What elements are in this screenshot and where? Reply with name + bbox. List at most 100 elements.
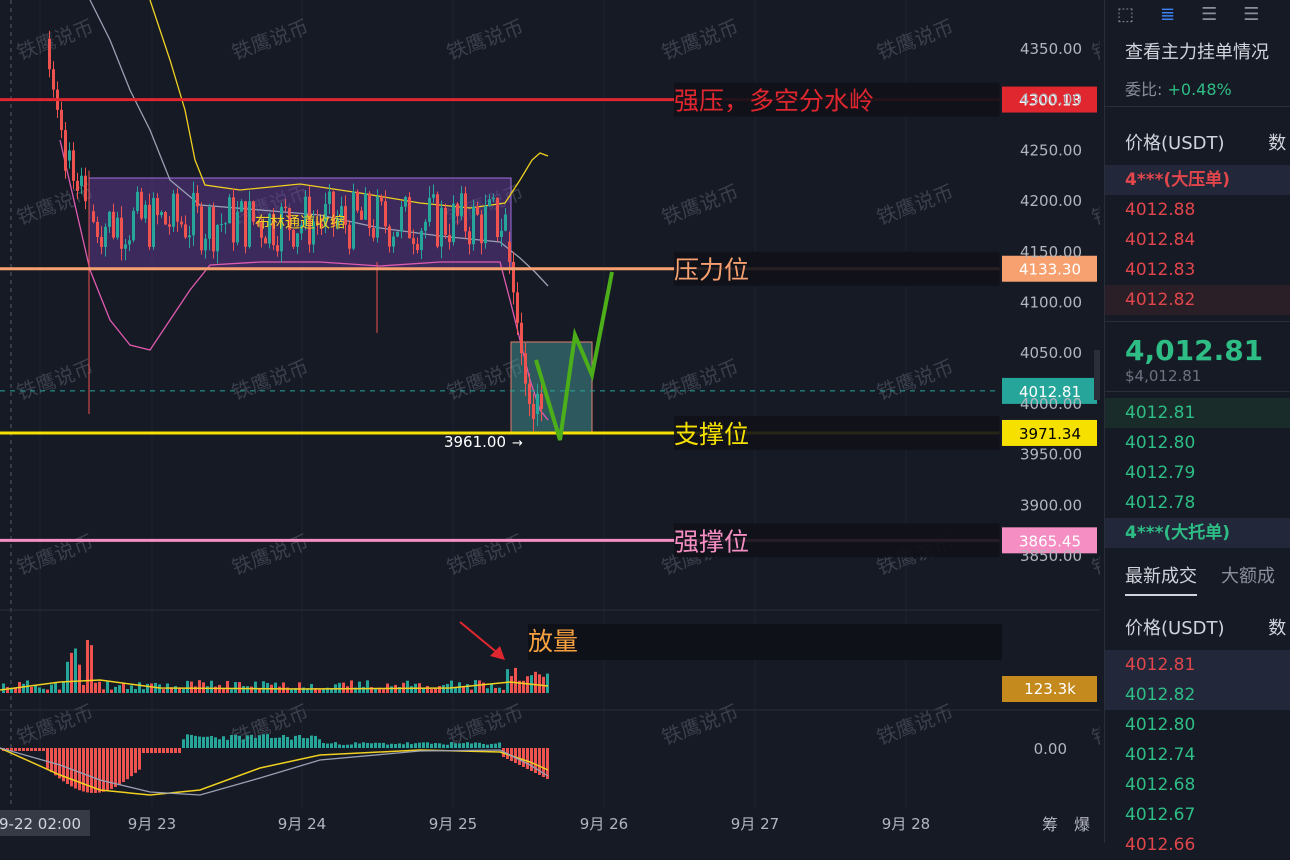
macd-bar [354, 742, 357, 748]
trade-row[interactable]: 4012.68 [1105, 770, 1290, 800]
orderbook-asks-icon[interactable]: ☰ [1243, 4, 1259, 25]
volume-bar [274, 682, 277, 693]
candle-body [328, 191, 331, 204]
ask-row[interactable]: 4012.82 [1105, 285, 1290, 315]
candle-body [296, 233, 299, 247]
bollinger-label: 布林通道收缩 [255, 213, 345, 231]
level-note: 压力位 [674, 256, 749, 285]
macd-bar [266, 734, 269, 748]
macd-bar [274, 737, 277, 748]
ask-row[interactable]: 4012.84 [1105, 225, 1290, 255]
volume-bar [2, 683, 5, 693]
layout-icon[interactable]: ⬚ [1117, 4, 1134, 25]
trades-list: 4012.81 4012.82 4012.80 4012.74 4012.68 4012.… [1105, 650, 1290, 860]
macd-bar [514, 748, 517, 763]
macd-bar [382, 742, 385, 748]
x-tick-label: 9月 28 [882, 815, 930, 833]
orderbook-both-icon[interactable]: ≣ [1160, 4, 1175, 25]
macd-bar [298, 734, 301, 748]
macd-bar [322, 743, 325, 748]
volume-note-bg [528, 624, 1002, 660]
tab-large-trades[interactable]: 大额成 [1221, 562, 1275, 596]
macd-bar [294, 735, 297, 748]
orderbook-bids-icon[interactable]: ☰ [1201, 4, 1217, 25]
volume-bar [498, 687, 501, 693]
candle-body [100, 236, 103, 248]
trade-row[interactable]: 4012.80 [1105, 710, 1290, 740]
bid-row[interactable]: 4012.78 [1105, 488, 1290, 518]
candle-body [472, 206, 475, 245]
big-ask-row[interactable]: 4***(大压单) [1105, 165, 1290, 195]
volume-bar [406, 680, 409, 693]
tab-latest-trades[interactable]: 最新成交 [1125, 562, 1197, 596]
macd-bar [78, 748, 81, 791]
volume-bar [246, 686, 249, 693]
volume-bar [350, 680, 353, 693]
ask-row[interactable]: 4012.88 [1105, 195, 1290, 225]
macd-bar [198, 736, 201, 748]
volume-bar [490, 683, 493, 693]
candle-body [164, 212, 167, 225]
macd-bar [410, 744, 413, 748]
price-chart[interactable]: 铁鹰说币 铁鹰说币 铁鹰说币 铁鹰说币 铁鹰说币 铁鹰说币铁鹰说币 铁鹰说币 铁鹰说币 铁鹰说币… [0, 0, 1100, 843]
candle-body [276, 245, 279, 252]
ask-row[interactable]: 4012.83 [1105, 255, 1290, 285]
volume-bar [238, 682, 241, 693]
macd-bar [46, 748, 49, 769]
volume-bar [22, 683, 25, 693]
candle-body [248, 201, 251, 247]
volume-bar [358, 681, 361, 693]
macd-bar [38, 748, 41, 751]
volume-bar [98, 681, 101, 693]
candle-body [136, 191, 139, 211]
volume-bar [290, 689, 293, 693]
volume-bar [194, 686, 197, 693]
volume-bar [174, 686, 177, 693]
candle-body [152, 198, 155, 247]
bid-row[interactable]: 4012.81 [1105, 398, 1290, 428]
price-tag-label: 4133.30 [1019, 261, 1081, 279]
macd-bar [238, 735, 241, 748]
candle-body [132, 210, 135, 241]
candle-body [140, 191, 143, 219]
macd-bar [102, 748, 105, 792]
macd-bar [358, 743, 361, 748]
macd-bar [522, 748, 525, 767]
candle-body [444, 207, 447, 236]
big-bid-row[interactable]: 4***(大托单) [1105, 518, 1290, 548]
candle-body [520, 322, 523, 354]
macd-bar [362, 742, 365, 748]
candle-body [64, 130, 67, 171]
macd-bar [526, 748, 529, 769]
orderbook-title[interactable]: 查看主力挂单情况 [1105, 28, 1290, 64]
macd-bar [486, 744, 489, 748]
low-marker-arrow: → [512, 436, 523, 451]
volume-bar [322, 689, 325, 693]
candle-body [368, 193, 371, 229]
candle-body [464, 193, 467, 232]
trade-row[interactable]: 4012.81 [1105, 650, 1290, 680]
trade-row[interactable]: 4012.66 [1105, 830, 1290, 860]
macd-bar [206, 736, 209, 748]
macd-bar [494, 743, 497, 748]
volume-bar [438, 686, 441, 693]
bid-row[interactable]: 4012.80 [1105, 428, 1290, 458]
chart-area[interactable]: 铁鹰说币 铁鹰说币 铁鹰说币 铁鹰说币 铁鹰说币 铁鹰说币 铁鹰说币 铁鹰说币 铁鹰说币 铁鹰说币… [0, 0, 1100, 843]
macd-bar [242, 739, 245, 748]
volume-bar [58, 689, 61, 693]
volume-bar [510, 676, 513, 693]
volume-bar [266, 682, 269, 693]
trade-row[interactable]: 4012.74 [1105, 740, 1290, 770]
x-tick-label: 9月 23 [128, 815, 176, 833]
macd-bar [350, 744, 353, 748]
trade-row[interactable]: 4012.82 [1105, 680, 1290, 710]
volume-bar [430, 689, 433, 693]
bid-row[interactable]: 4012.79 [1105, 458, 1290, 488]
volume-bar [410, 686, 413, 693]
trade-row[interactable]: 4012.67 [1105, 800, 1290, 830]
candle-body [388, 226, 391, 247]
candle-body [500, 230, 503, 237]
macd-bar [282, 735, 285, 748]
volume-bar [130, 685, 133, 693]
macd-bar [278, 737, 281, 748]
